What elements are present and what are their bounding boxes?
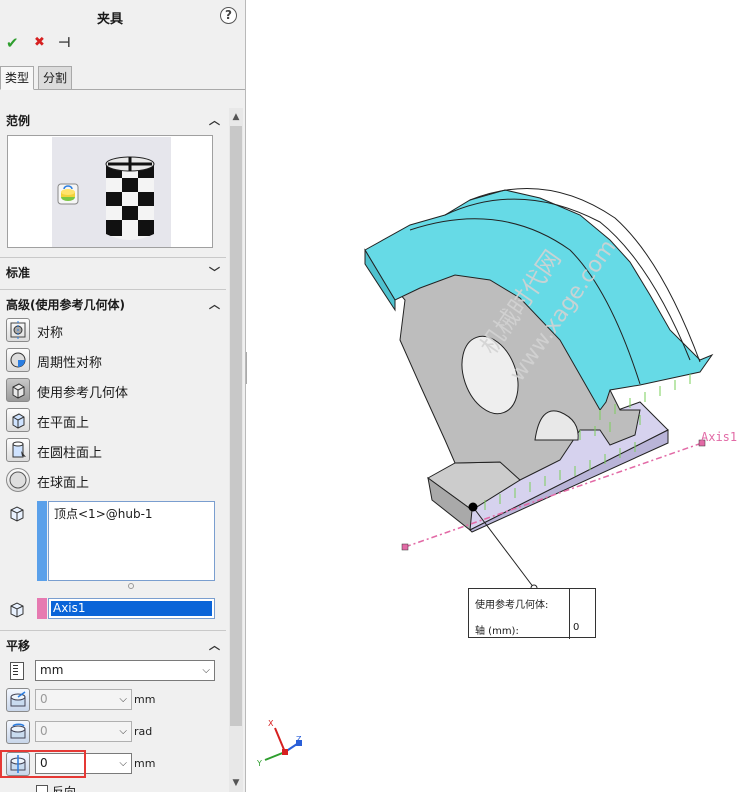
callout-axis-label: 轴 (mm): bbox=[475, 626, 519, 637]
callout-axis-value[interactable]: 0 bbox=[573, 622, 579, 633]
callout-divider bbox=[569, 589, 570, 639]
selected-vertex-point bbox=[468, 502, 478, 512]
callout-box[interactable]: 使用参考几何体: 轴 (mm): 0 bbox=[468, 588, 596, 639]
callout-title: 使用参考几何体: bbox=[475, 600, 549, 611]
triad-x-label: X bbox=[268, 719, 274, 728]
triad-z-label: Z bbox=[296, 735, 302, 744]
model-view bbox=[264, 187, 714, 761]
triad-y-label: Y bbox=[257, 759, 262, 768]
axis-endpoint bbox=[401, 543, 409, 551]
axis-label: Axis1 bbox=[701, 430, 738, 444]
callout-leader bbox=[472, 506, 535, 589]
view-triad bbox=[264, 727, 302, 761]
